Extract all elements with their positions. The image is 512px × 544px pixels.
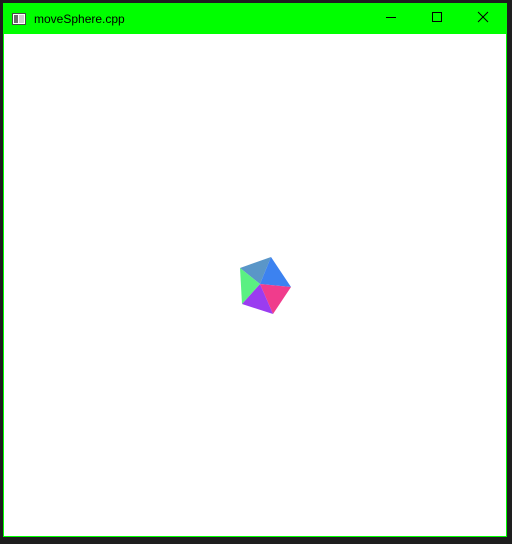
maximize-button[interactable]: [414, 4, 460, 34]
sphere: [240, 257, 291, 314]
title-bar[interactable]: moveSphere.cpp: [4, 4, 506, 34]
render-canvas[interactable]: [4, 34, 506, 536]
window-icon: [12, 12, 26, 25]
minimize-icon: [385, 10, 397, 28]
close-icon: [477, 10, 489, 28]
maximize-icon: [431, 10, 443, 28]
window-title: moveSphere.cpp: [34, 12, 125, 26]
app-window: moveSphere.cpp: [3, 3, 507, 537]
close-button[interactable]: [460, 4, 506, 34]
minimize-button[interactable]: [368, 4, 414, 34]
